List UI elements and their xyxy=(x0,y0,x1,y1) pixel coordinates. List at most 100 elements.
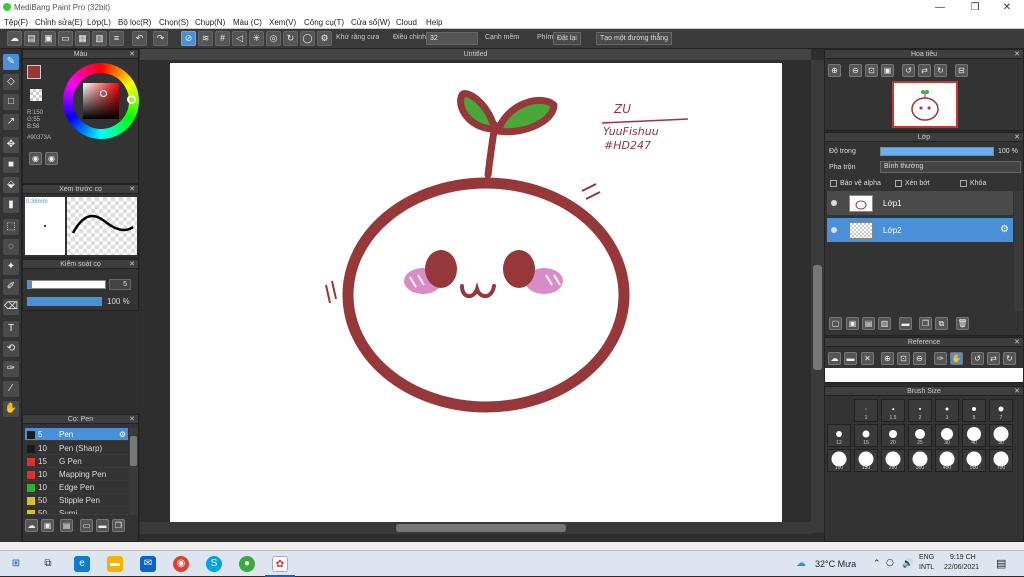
weather-icon[interactable]: ☁ xyxy=(796,558,806,569)
flip-icon[interactable]: ⇄ xyxy=(918,64,931,77)
snap-circle-icon[interactable]: ◎ xyxy=(266,31,281,46)
snap-grid-icon[interactable]: # xyxy=(215,31,230,46)
redo-icon[interactable]: ↷ xyxy=(153,31,168,46)
zoom-out-icon[interactable]: ⊖ xyxy=(849,64,862,77)
navigator-thumbnail[interactable] xyxy=(892,81,958,128)
brush-size-cell[interactable]: 15 xyxy=(854,424,878,447)
brush-size-cell[interactable]: 1.5 xyxy=(881,399,905,422)
close-button[interactable]: ✕ xyxy=(992,0,1022,16)
grid-icon[interactable]: ▥ xyxy=(92,31,107,46)
paint-app-icon[interactable]: ✿ xyxy=(272,556,288,572)
layer-folder-icon[interactable]: ▬ xyxy=(899,317,912,330)
lang-line2[interactable]: INTL xyxy=(919,564,934,571)
brush-size-cell[interactable]: 5 xyxy=(962,399,986,422)
brush-tool-icon[interactable]: ✎ xyxy=(3,54,19,70)
reset-button[interactable]: Đặt lại xyxy=(553,32,581,45)
brush-size-cell[interactable]: 30 xyxy=(935,424,959,447)
snap-off-icon[interactable]: ⊘ xyxy=(181,31,196,46)
eraser-tool-icon[interactable]: ◇ xyxy=(3,74,19,90)
edge-icon[interactable]: e xyxy=(74,556,90,572)
merge-layer-icon[interactable]: ⧉ xyxy=(935,317,948,330)
divide-tool-icon[interactable]: ⟲ xyxy=(3,341,19,357)
palette-icon[interactable]: ◉ xyxy=(29,152,42,165)
lasso-tool-icon[interactable]: ◌ xyxy=(3,239,19,255)
ref-close-icon[interactable]: ✕ xyxy=(861,352,874,365)
snap-curve-icon[interactable]: ↻ xyxy=(283,31,298,46)
rotate-right-icon[interactable]: ↻ xyxy=(934,64,947,77)
duplicate-layer-icon[interactable]: ❐ xyxy=(919,317,932,330)
actual-size-icon[interactable]: ▣ xyxy=(881,64,894,77)
magic-wand-icon[interactable]: ✦ xyxy=(3,259,19,275)
ref-hand-icon[interactable]: ✋ xyxy=(950,352,963,365)
eyedropper-icon[interactable]: ✑ xyxy=(3,361,19,377)
lock-checkbox[interactable] xyxy=(960,180,967,187)
dot-tool-icon[interactable]: □ xyxy=(3,94,19,110)
brush-item-g-pen[interactable]: 15 G Pen xyxy=(25,455,128,468)
ref-zoom-out-icon[interactable]: ⊖ xyxy=(913,352,926,365)
primary-color-swatch[interactable] xyxy=(27,65,41,79)
maximize-button[interactable]: ❐ xyxy=(960,0,990,16)
menu-select[interactable]: Chọn(S) xyxy=(159,18,189,27)
protect-alpha-checkbox[interactable] xyxy=(830,180,837,187)
new-icon[interactable]: ▤ xyxy=(24,31,39,46)
reference-view[interactable] xyxy=(825,368,1023,382)
brush-item-mapping-pen[interactable]: 10 Mapping Pen xyxy=(25,468,128,481)
smooth-checkbox-label[interactable]: Cạnh mềm xyxy=(485,34,519,41)
brush-duplicate-icon[interactable]: ▭ xyxy=(80,519,93,532)
brush-size-cell[interactable]: 7 xyxy=(989,399,1013,422)
menu-view[interactable]: Xem(V) xyxy=(269,18,296,27)
ref-flip-icon[interactable]: ⇄ xyxy=(987,352,1000,365)
menu-color[interactable]: Màu (C) xyxy=(233,18,262,27)
panel-close-icon[interactable]: ✕ xyxy=(129,415,135,424)
ref-rotate-left-icon[interactable]: ↺ xyxy=(971,352,984,365)
start-icon[interactable]: ⊞ xyxy=(8,556,24,572)
new-8bit-layer-icon[interactable]: ▤ xyxy=(862,317,875,330)
brush-item-sumi[interactable]: 50 Sumi xyxy=(25,507,128,515)
visibility-icon[interactable] xyxy=(831,200,837,206)
gradient-tool-icon[interactable]: ▮ xyxy=(3,197,19,213)
lang-line1[interactable]: ENG xyxy=(919,554,934,561)
bucket-tool-icon[interactable]: ⬙ xyxy=(3,177,19,193)
brush-size-cell[interactable]: 2 xyxy=(908,399,932,422)
transparent-swatch[interactable] xyxy=(30,89,42,101)
brush-size-cell[interactable]: 40 xyxy=(962,424,986,447)
gear-icon[interactable]: ⚙ xyxy=(1000,224,1009,235)
menu-cloud[interactable]: Cloud xyxy=(396,18,417,27)
snap-burst-icon[interactable]: ✳ xyxy=(249,31,264,46)
rotate-left-icon[interactable]: ↺ xyxy=(902,64,915,77)
move-tool-icon[interactable]: ✥ xyxy=(3,137,19,153)
panel-close-icon[interactable]: ✕ xyxy=(1014,338,1020,347)
visibility-icon[interactable] xyxy=(831,227,837,233)
brush-menu-icon[interactable]: ▤ xyxy=(60,519,73,532)
ref-fit-icon[interactable]: ⊡ xyxy=(897,352,910,365)
brush-size-cell[interactable]: 25 xyxy=(908,424,932,447)
brush-item-pen[interactable]: 5 Pen ⚙ xyxy=(25,428,128,441)
brush-item-stipple-pen[interactable]: 50 Stipple Pen xyxy=(25,494,128,507)
menu-file[interactable]: Tệp(F) xyxy=(4,18,28,27)
brush-size-cell[interactable]: 12 xyxy=(827,424,851,447)
panel-close-icon[interactable]: ✕ xyxy=(129,260,135,269)
panel-close-icon[interactable]: ✕ xyxy=(129,50,135,59)
menu-window[interactable]: Cửa sổ(W) xyxy=(351,18,390,27)
hue-wheel[interactable] xyxy=(63,63,139,139)
drawing-canvas[interactable]: ZU YuuFishuu #HD247 xyxy=(170,63,782,523)
layer-scrollbar[interactable] xyxy=(1014,191,1023,311)
brush-copy-icon[interactable]: ❐ xyxy=(112,519,125,532)
size-slider[interactable] xyxy=(27,280,106,289)
pen-tool-icon[interactable]: ⁄ xyxy=(3,381,19,397)
fit-icon[interactable]: ⊡ xyxy=(865,64,878,77)
notifications-icon[interactable]: ▤ xyxy=(996,557,1006,570)
chrome-icon[interactable]: ◉ xyxy=(173,556,189,572)
undo-icon[interactable]: ↶ xyxy=(132,31,147,46)
new-halftone-layer-icon[interactable]: ▣ xyxy=(846,317,859,330)
ref-zoom-in-icon[interactable]: ⊕ xyxy=(881,352,894,365)
skype-icon[interactable]: S xyxy=(206,556,222,572)
brush-size-cell[interactable]: 150 xyxy=(854,449,878,472)
weather-text[interactable]: 32°C Mưa xyxy=(815,559,856,569)
menu-help[interactable]: Help xyxy=(426,18,442,27)
select-eraser-icon[interactable]: ⌫ xyxy=(3,299,19,315)
size-value[interactable]: 5 xyxy=(109,279,131,290)
ref-open-icon[interactable]: ▬ xyxy=(844,352,857,365)
clock-time[interactable]: 9:19 CH xyxy=(950,554,976,561)
brush-item-edge-pen[interactable]: 10 Edge Pen xyxy=(25,481,128,494)
